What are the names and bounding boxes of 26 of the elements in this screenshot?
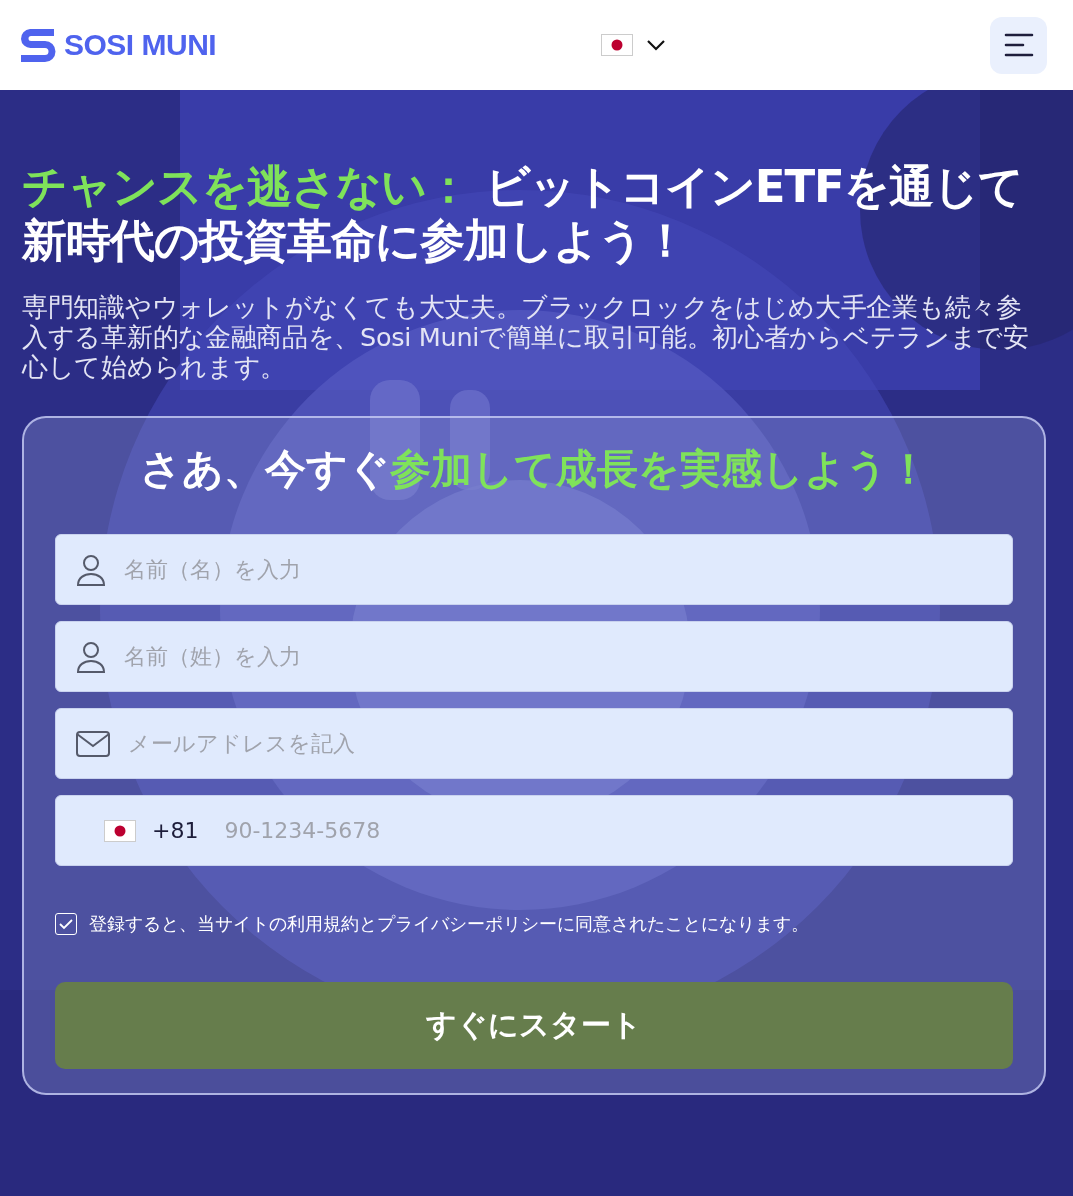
person-icon (76, 640, 106, 673)
email-field[interactable]: メールアドレスを記入 (55, 708, 1013, 779)
flag-icon (104, 819, 136, 842)
logo-text: SOSI MUNI (64, 28, 217, 62)
check-icon (59, 918, 73, 930)
name-field[interactable]: 名前（姓）を入力 (55, 621, 1013, 692)
text-input[interactable]: 90-1234-5678 (222, 817, 992, 844)
flag-icon (601, 34, 634, 56)
menu-icon (1003, 33, 1034, 57)
logo-icon (20, 28, 56, 62)
mail-icon (76, 730, 110, 757)
phone-field[interactable]: +81 90-1234-5678 (55, 795, 1013, 866)
name-field[interactable]: 名前（名）を入力 (55, 534, 1013, 605)
menu-button[interactable] (990, 16, 1047, 74)
text-input[interactable]: 名前（名）を入力 (122, 556, 992, 583)
text-input[interactable]: 名前（姓）を入力 (122, 643, 992, 670)
form-title: さあ、今すぐ参加して成長を実感しよう！ (138, 444, 930, 494)
person-icon (76, 553, 106, 586)
hero-heading: チャンスを逃さない： ビットコインETFを通じて新時代の投資革命に参加しよう！ (22, 160, 1024, 268)
consent-checkbox[interactable] (55, 913, 77, 935)
hero-description: 専門知識やウォレットがなくても大丈夫。ブラックロックをはじめ大手企業も続々参入する革新的な金融商品を、Sosi Muniで簡単に取引可能。初心者からベテランまで安心して始められます。 (22, 292, 1030, 382)
start-button[interactable]: すぐにスタート (55, 982, 1013, 1069)
chevron-down-icon (647, 39, 666, 51)
country-code: +81 (152, 818, 199, 843)
text-input[interactable]: メールアドレスを記入 (126, 730, 992, 757)
consent-text: 登録すると、当サイトの利用規約とプライバシーポリシーに同意されたことになります。 (89, 912, 809, 936)
